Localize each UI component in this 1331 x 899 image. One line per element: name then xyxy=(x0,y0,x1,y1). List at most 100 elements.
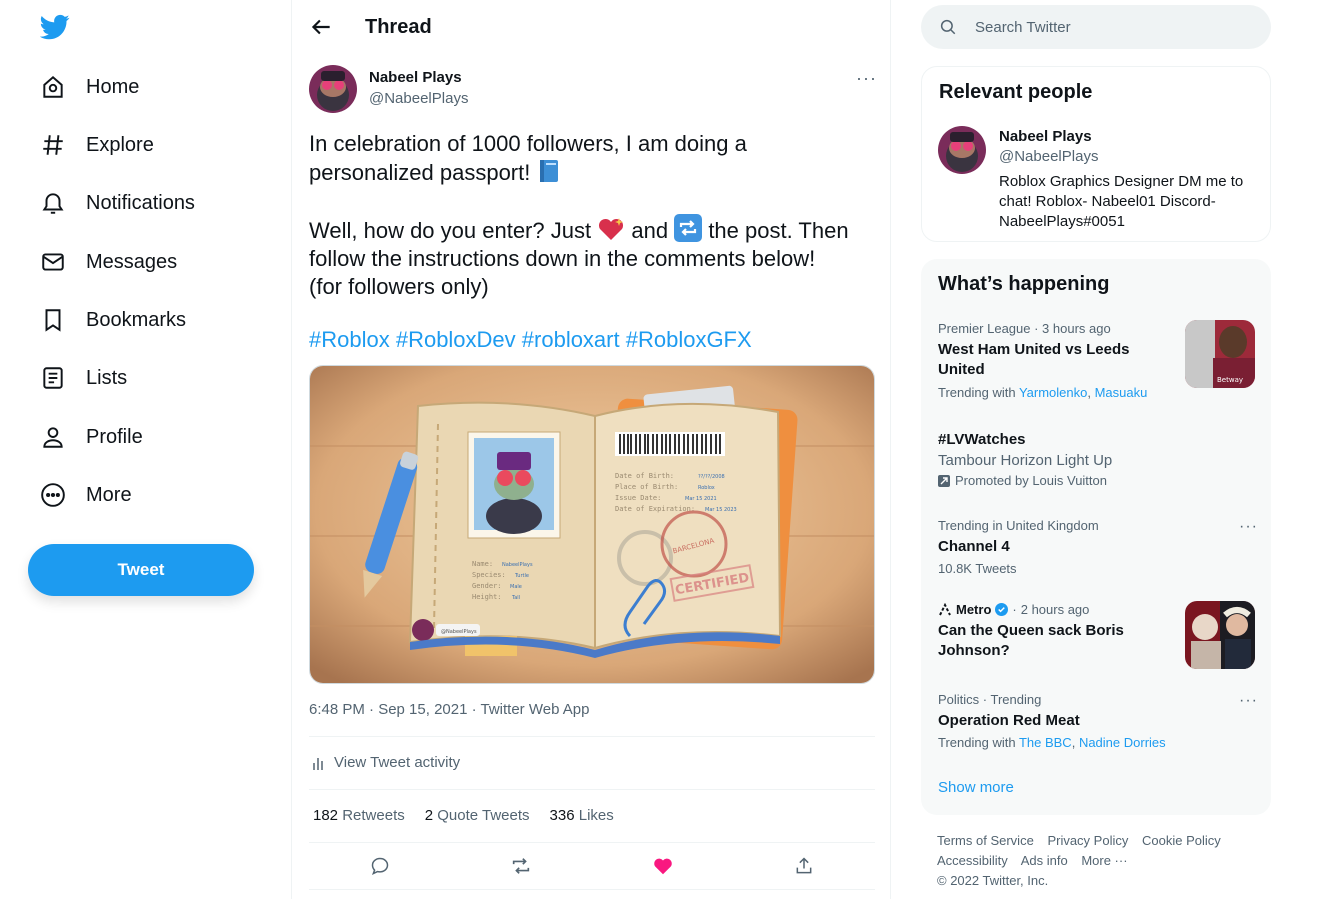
relevant-person-avatar[interactable] xyxy=(938,126,986,174)
quotes-stat[interactable]: 2 Quote Tweets xyxy=(425,807,530,824)
relevant-person-handle[interactable]: @NabeelPlays xyxy=(999,148,1098,165)
share-icon[interactable] xyxy=(790,852,818,880)
trend-context: Trending with The BBC, Nadine Dorries xyxy=(938,735,1166,750)
nav-more[interactable]: More xyxy=(28,470,258,520)
more-circle-icon xyxy=(28,482,78,508)
trend-name: Channel 4 xyxy=(938,538,1010,555)
trend-item[interactable]: Trending in United Kingdom Channel 4 10.… xyxy=(938,518,1258,576)
promoted-label: Promoted by Louis Vuitton xyxy=(938,473,1258,488)
show-more-link[interactable]: Show more xyxy=(938,779,1014,796)
relevant-person-bio: Roblox Graphics Designer DM me to chat! … xyxy=(999,173,1244,230)
nav-home[interactable]: Home xyxy=(28,62,258,112)
tweet-text-line: Well, how do you enter? Just and the pos… xyxy=(309,214,879,245)
author-handle[interactable]: @NabeelPlays xyxy=(369,90,468,107)
nav-notifications-label: Notifications xyxy=(86,191,195,214)
retweet-icon[interactable] xyxy=(507,852,535,880)
trend-link[interactable]: Masuaku xyxy=(1095,385,1148,400)
list-icon xyxy=(28,365,78,391)
retweets-stat[interactable]: 182 Retweets xyxy=(313,807,405,824)
trend-name: West Ham United vs Leeds United xyxy=(938,341,1130,378)
tweet-text-fragment: personalized passport! xyxy=(309,160,531,185)
quotes-count: 2 xyxy=(424,807,434,824)
nav-notifications[interactable]: Notifications xyxy=(28,178,258,228)
thumbnail-sponsor-text: Betway xyxy=(1217,376,1243,384)
trend-name: Can the Queen sack Boris Johnson? xyxy=(938,622,1124,659)
nav-messages[interactable]: Messages xyxy=(28,237,258,287)
footer-link[interactable]: Ads info xyxy=(1021,853,1068,868)
tweet-text-line: personalized passport! xyxy=(309,158,879,187)
passport-field-value: NabeelPlays xyxy=(502,562,533,568)
passport-field-value: ??/??/2008 xyxy=(698,474,725,480)
trend-name: Operation Red Meat xyxy=(938,712,1080,729)
page-title: Thread xyxy=(365,16,432,38)
passport-field-value: Tall xyxy=(511,595,520,601)
whats-happening-title: What’s happening xyxy=(938,273,1110,295)
footer-link[interactable]: Cookie Policy xyxy=(1142,833,1221,848)
trend-subtitle: Tambour Horizon Light Up xyxy=(938,452,1113,469)
copyright: © 2022 Twitter, Inc. xyxy=(937,873,1049,888)
divider xyxy=(309,842,875,843)
trend-meta: Trending in United Kingdom xyxy=(938,518,1099,533)
likes-count: 336 xyxy=(549,807,575,824)
footer-link[interactable]: Accessibility xyxy=(937,853,1008,868)
nav-lists[interactable]: Lists xyxy=(28,353,258,403)
search-icon xyxy=(940,19,956,35)
divider xyxy=(309,736,875,737)
thread-column: Thread Nabeel Plays @NabeelPlays ··· In … xyxy=(291,0,891,899)
footer-link[interactable]: More ··· xyxy=(1081,853,1127,868)
author-name[interactable]: Nabeel Plays xyxy=(369,69,462,86)
nav-lists-label: Lists xyxy=(86,366,128,389)
trend-link[interactable]: Nadine Dorries xyxy=(1079,735,1166,750)
like-filled-icon[interactable] xyxy=(649,852,677,880)
footer-link[interactable]: Privacy Policy xyxy=(1047,833,1128,848)
tweet-text-fragment: Well, how do you enter? Just xyxy=(309,218,592,243)
trend-more-icon[interactable]: ··· xyxy=(1239,518,1258,536)
likes-stat[interactable]: 336 Likes xyxy=(550,807,614,824)
search-bar[interactable] xyxy=(921,5,1271,49)
tweet-hashtags[interactable]: #Roblox #RobloxDev #robloxart #RobloxGFX xyxy=(309,326,879,354)
twitter-bird-icon[interactable] xyxy=(40,12,70,42)
tweet-timestamp[interactable]: 6:48 PM · Sep 15, 2021 · Twitter Web App xyxy=(309,701,589,718)
envelope-icon xyxy=(28,249,78,275)
trend-thumbnail[interactable] xyxy=(1185,601,1255,669)
bookmark-icon xyxy=(28,307,78,333)
view-activity-link[interactable]: View Tweet activity xyxy=(312,754,460,771)
nav-bookmarks[interactable]: Bookmarks xyxy=(28,295,258,345)
nav-profile-label: Profile xyxy=(86,425,143,448)
search-input[interactable] xyxy=(975,18,1235,36)
tweet-button[interactable]: Tweet xyxy=(28,544,254,596)
nav-bookmarks-label: Bookmarks xyxy=(86,308,187,331)
tweet-text-line: (for followers only) xyxy=(309,274,489,299)
trend-name: #LVWatches xyxy=(938,431,1026,448)
passport-field-label: Issue Date: xyxy=(615,494,661,502)
reply-icon[interactable] xyxy=(366,852,394,880)
trend-link[interactable]: The BBC xyxy=(1019,735,1072,750)
promoted-icon xyxy=(938,474,950,487)
trend-item[interactable]: Politics · Trending Operation Red Meat T… xyxy=(938,692,1258,750)
relevant-person-name[interactable]: Nabeel Plays xyxy=(999,128,1092,145)
passport-field-label: Place of Birth: xyxy=(615,483,678,491)
nav-profile[interactable]: Profile xyxy=(28,412,258,462)
back-arrow-icon[interactable] xyxy=(308,14,334,40)
quotes-label: Quote Tweets xyxy=(437,807,530,824)
footer-link[interactable]: Terms of Service xyxy=(937,833,1034,848)
blue-book-emoji-icon xyxy=(540,160,559,182)
trend-more-icon[interactable]: ··· xyxy=(1239,692,1258,710)
trend-thumbnail[interactable]: Betway xyxy=(1185,320,1255,388)
home-icon xyxy=(28,74,78,100)
trend-item[interactable]: #LVWatches Tambour Horizon Light Up Prom… xyxy=(938,430,1258,488)
sparkling-heart-emoji-icon xyxy=(599,218,624,240)
footer: Terms of Service Privacy Policy Cookie P… xyxy=(937,831,1257,891)
bell-icon xyxy=(28,190,78,216)
more-options-icon[interactable]: ··· xyxy=(856,68,877,89)
tweet-actions xyxy=(309,852,875,880)
tweet-image[interactable]: Date of Birth: Place of Birth: Issue Dat… xyxy=(309,365,875,684)
relevant-people-title: Relevant people xyxy=(939,81,1093,103)
trend-link[interactable]: Yarmolenko xyxy=(1019,385,1087,400)
nav-explore[interactable]: Explore xyxy=(28,120,258,170)
view-activity-label: View Tweet activity xyxy=(334,754,461,771)
trend-context-prefix: Trending with xyxy=(938,385,1016,400)
trend-meta: 2 hours ago xyxy=(1020,602,1090,617)
tweet-text-fragment: and xyxy=(631,218,669,243)
author-avatar[interactable] xyxy=(309,65,357,113)
